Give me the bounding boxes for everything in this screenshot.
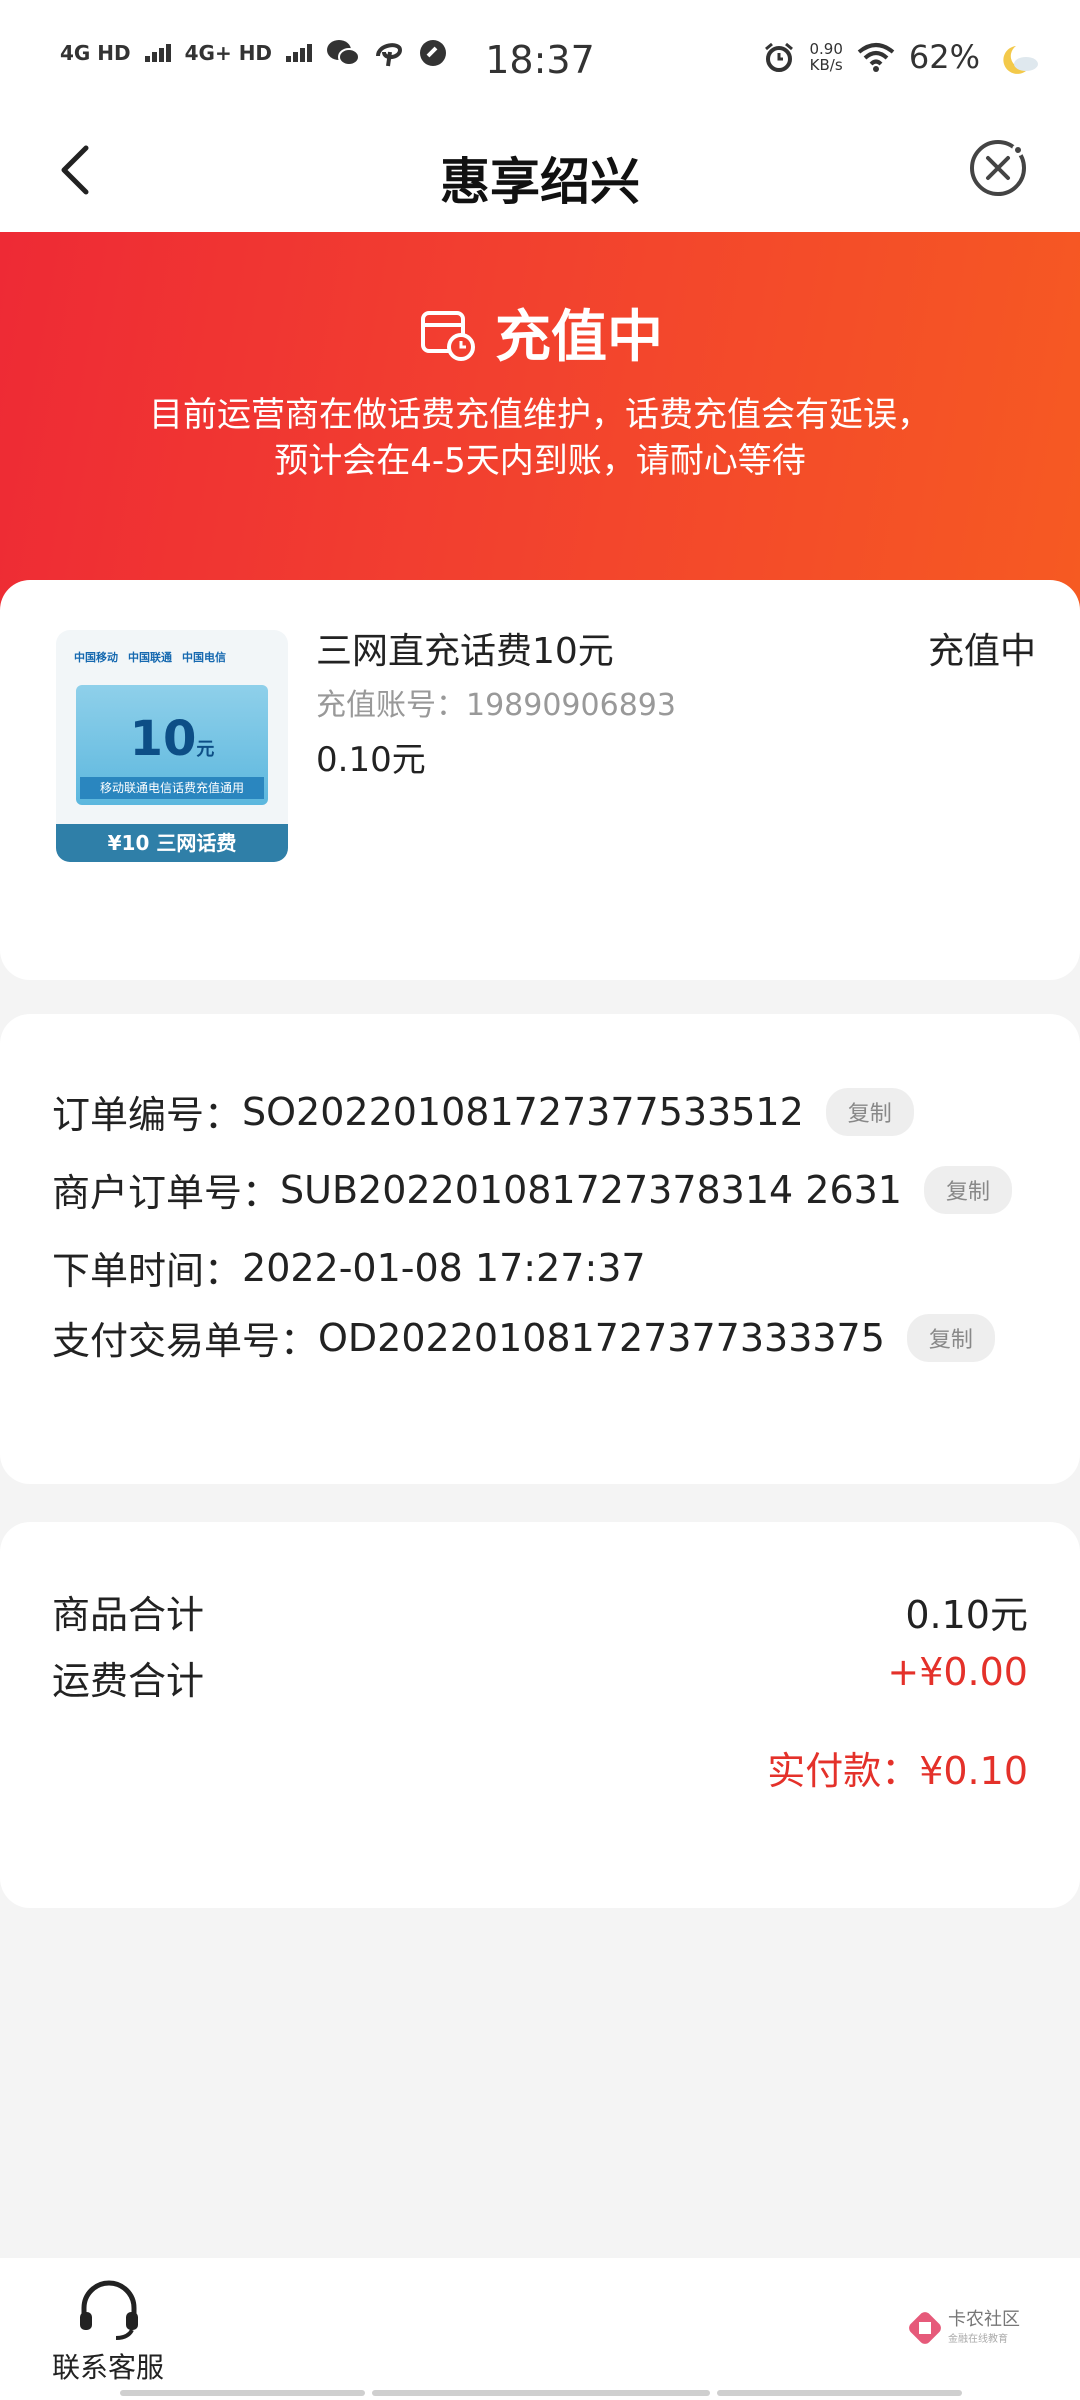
amount-paid-label: 实付款： (767, 1749, 920, 1793)
shipping-total-label: 运费合计 (52, 1659, 205, 1703)
page-title: 惠享绍兴 (440, 153, 640, 211)
gesture-bar-left (120, 2390, 365, 2396)
image-value-unit: 元 (196, 739, 215, 760)
order-status: 充值中 (927, 631, 1036, 672)
order-number-label: 订单编号： (52, 1093, 243, 1137)
speed-value: 0.90 (809, 40, 843, 58)
hero-header: 充值中 (0, 292, 1080, 373)
watermark-logo-icon (909, 2311, 941, 2344)
goods-total-value: 0.10元 (905, 1593, 1028, 1637)
hero-message-line-2: 预计会在4-5天内到账，请耐心等待 (274, 441, 806, 481)
order-time-row: 下单时间： 2022-01-08 17:27:37 (52, 1240, 646, 1295)
close-mini-program-icon[interactable] (966, 136, 1030, 200)
bottom-bar: 联系客服 卡农社区 金融在线教育 (0, 2258, 1080, 2400)
shipping-total-value: +¥0.00 (887, 1650, 1028, 1694)
carrier-logos: 中国移动 中国联通 中国电信 (74, 644, 270, 670)
product-card[interactable]: 中国移动 中国联通 中国电信 10元 移动联通电信话费充值通用 ¥10 三网话费… (0, 580, 1080, 980)
order-time-label: 下单时间： (52, 1249, 243, 1293)
product-image-footer: ¥10 三网话费 (56, 824, 288, 862)
account-label: 充值账号： (316, 688, 466, 723)
payment-transaction-label: 支付交易单号： (52, 1319, 319, 1363)
order-number-row: 订单编号： SO202201081727377533512 复制 (52, 1084, 914, 1139)
amount-paid-value: ¥0.10 (919, 1749, 1028, 1793)
product-image-card: 10元 移动联通电信话费充值通用 (76, 685, 268, 805)
status-hero-banner: 充值中 目前运营商在做话费充值维护，话费充值会有延误， 预计会在4-5天内到账，… (0, 232, 1080, 622)
payment-transaction-row: 支付交易单号： OD202201081727377333375 复制 (52, 1310, 995, 1365)
alarm-icon (765, 42, 794, 72)
recharge-pending-icon (421, 310, 475, 361)
watermark: 卡农社区 金融在线教育 (908, 2310, 1020, 2345)
merchant-order-row: 商户订单号： SUB202201081727378314 2631 复制 (52, 1162, 1013, 1217)
merchant-order-value: SUB202201081727378314 2631 (280, 1167, 902, 1212)
recharge-account: 充值账号：19890906893 (316, 680, 676, 724)
headset-icon[interactable] (76, 2280, 142, 2342)
wifi-icon (857, 43, 895, 72)
watermark-text: 卡农社区 (948, 2309, 1020, 2330)
carrier-logo-telecom: 中国电信 (182, 651, 226, 664)
image-value-number: 10 (129, 711, 197, 767)
network-speed: 0.90 KB/s (809, 41, 842, 73)
battery-level: 62% (908, 38, 980, 76)
gesture-bar-right (717, 2390, 962, 2396)
product-image-value: 10元 (76, 711, 268, 767)
product-image: 中国移动 中国联通 中国电信 10元 移动联通电信话费充值通用 ¥10 三网话费 (56, 630, 288, 862)
copy-order-number-button[interactable]: 复制 (825, 1087, 914, 1136)
product-name: 三网直充话费10元 (316, 631, 614, 672)
nav-bar: 惠享绍兴 (0, 120, 1080, 232)
amount-paid: 实付款：¥0.10 (767, 1740, 1028, 1795)
goods-total-label: 商品合计 (52, 1593, 205, 1637)
account-number: 19890906893 (466, 688, 676, 723)
watermark-subtext: 金融在线教育 (948, 2334, 1008, 2345)
product-price: 0.10元 (316, 740, 426, 780)
carrier-logo-mobile: 中国移动 (74, 651, 118, 664)
status-right: 0.90 KB/s 62% (763, 38, 980, 76)
customer-service-button[interactable]: 联系客服 (52, 2346, 164, 2386)
order-time-value: 2022-01-08 17:27:37 (242, 1245, 646, 1290)
gesture-bar-center (372, 2390, 710, 2396)
copy-payment-transaction-button[interactable]: 复制 (906, 1313, 995, 1362)
totals-card: 商品合计 0.10元 运费合计 +¥0.00 实付款：¥0.10 (0, 1522, 1080, 1908)
payment-transaction-value: OD202201081727377333375 (318, 1315, 885, 1360)
status-bar: 4G HD 4G+ HD 18:37 0.90 KB/s 62% (0, 0, 1080, 120)
weather-moon-icon (1003, 46, 1038, 74)
carrier-logo-unicom: 中国联通 (128, 651, 172, 664)
order-info-card: 订单编号： SO202201081727377533512 复制 商户订单号： … (0, 1014, 1080, 1484)
order-number-value: SO202201081727377533512 (242, 1089, 804, 1134)
speed-unit: KB/s (809, 56, 843, 74)
product-image-strip: 移动联通电信话费充值通用 (80, 777, 264, 799)
merchant-order-label: 商户订单号： (52, 1171, 281, 1215)
hero-title: 充值中 (495, 305, 663, 370)
hero-message-line-1: 目前运营商在做话费充值维护，话费充值会有延误， (149, 395, 931, 435)
copy-merchant-order-button[interactable]: 复制 (924, 1165, 1013, 1214)
hero-message: 目前运营商在做话费充值维护，话费充值会有延误， 预计会在4-5天内到账，请耐心等… (0, 392, 1080, 484)
